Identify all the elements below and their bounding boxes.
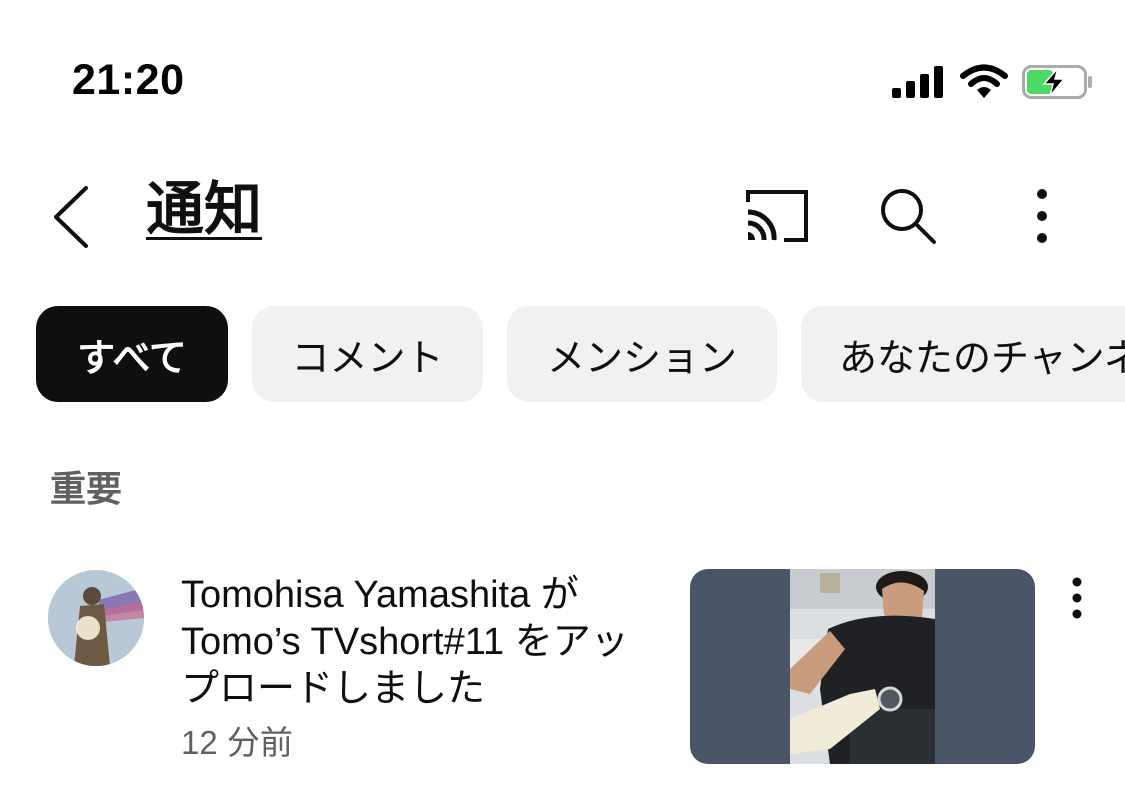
chip-all[interactable]: すべて: [36, 306, 228, 402]
notification-text[interactable]: Tomohisa Yamashita が Tomo’s TVshort#11 を…: [181, 572, 651, 713]
wifi-icon: [960, 64, 1008, 98]
chip-your-channel[interactable]: あなたのチャンネル: [801, 306, 1125, 402]
avatar-image: [48, 570, 144, 666]
chip-comments[interactable]: コメント: [252, 306, 483, 402]
notification-more-button[interactable]: [1060, 574, 1094, 622]
status-icons: [890, 62, 1095, 102]
signal-icon: [892, 66, 943, 98]
notification-time: 12 分前: [181, 724, 293, 761]
back-button[interactable]: [48, 182, 98, 252]
status-time: 21:20: [72, 56, 185, 104]
video-thumbnail[interactable]: [690, 569, 1035, 764]
search-button[interactable]: [876, 184, 942, 250]
more-vert-icon: [1037, 189, 1047, 243]
notifications-screen: 21:20 通知 すべて コメント メンション あなたのチャンネ 重要 Tomo…: [0, 0, 1125, 794]
more-options-button[interactable]: [1020, 186, 1064, 246]
battery-charging-icon: [1022, 65, 1092, 99]
filter-chips: すべて コメント メンション あなたのチャンネル: [0, 306, 1125, 402]
channel-avatar[interactable]: [48, 570, 144, 666]
cast-icon: [746, 190, 808, 242]
page-title: 通知: [146, 175, 263, 243]
cast-button[interactable]: [740, 186, 812, 246]
section-heading-important: 重要: [50, 469, 123, 510]
thumbnail-image: [790, 569, 935, 764]
chip-mentions[interactable]: メンション: [507, 306, 777, 402]
search-icon: [881, 189, 936, 244]
more-vert-icon: [1072, 577, 1082, 619]
back-icon: [54, 186, 88, 248]
